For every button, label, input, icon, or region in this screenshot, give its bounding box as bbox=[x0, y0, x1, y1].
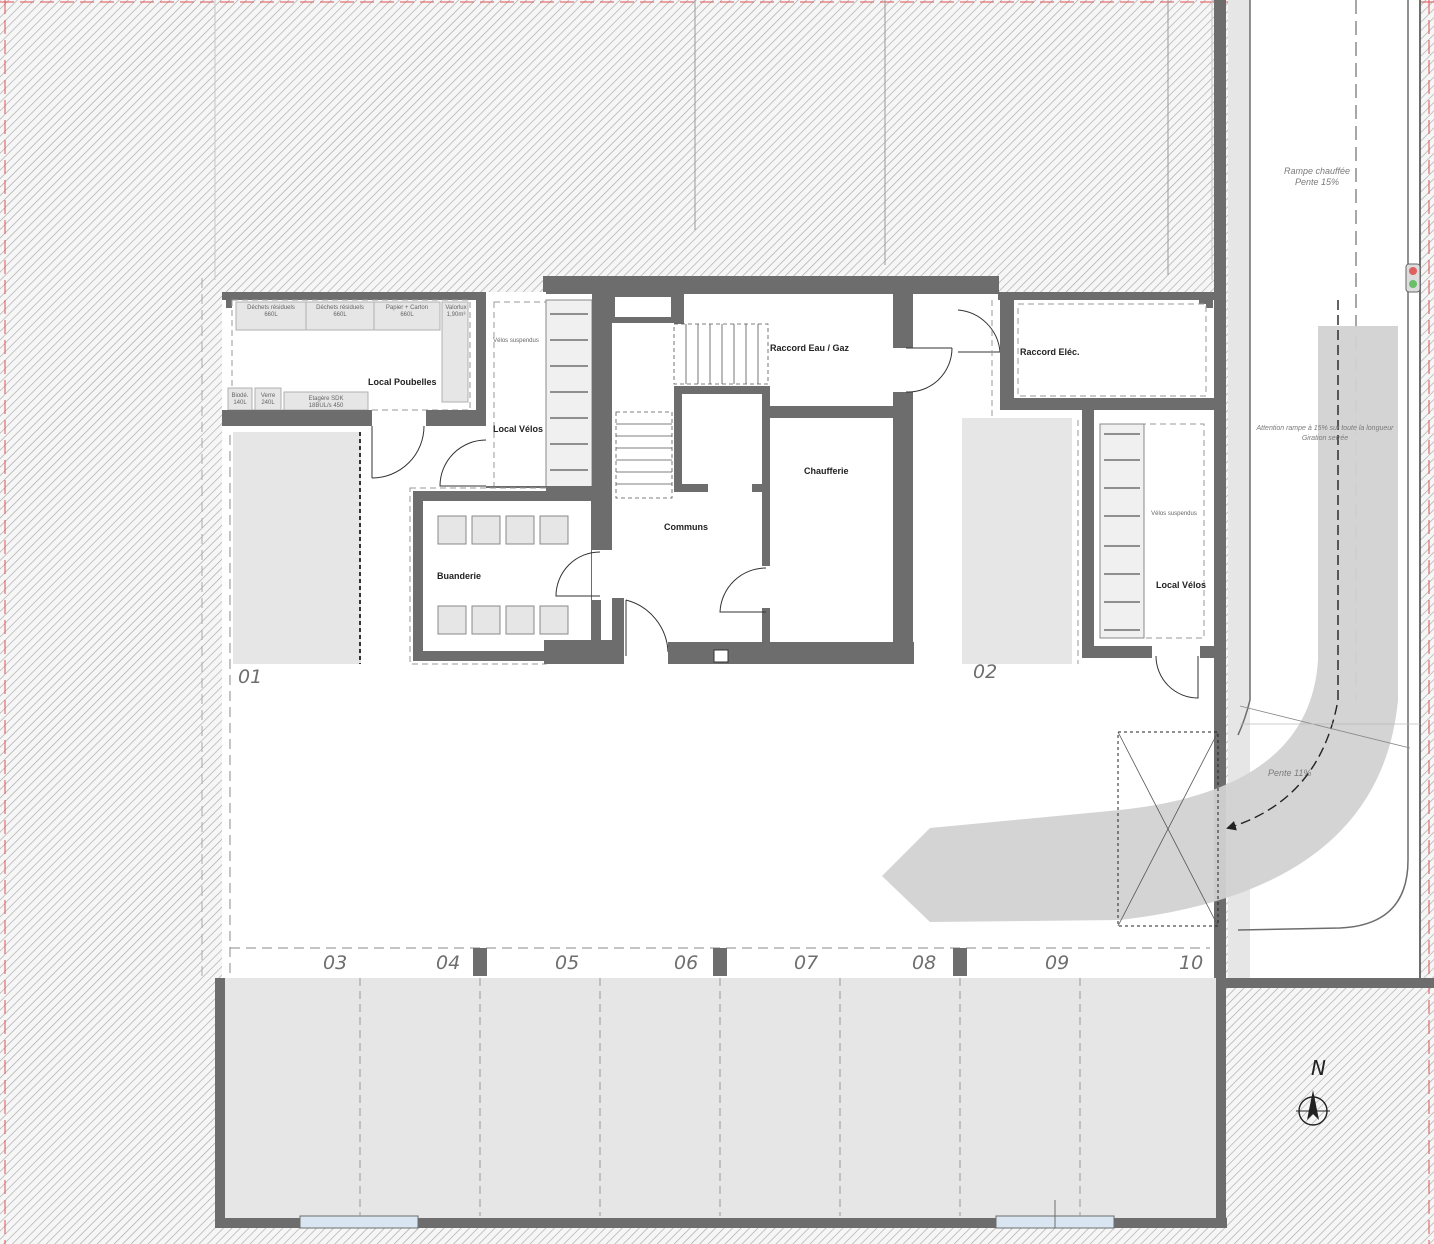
parking-01 bbox=[233, 432, 361, 664]
bin-dechets-2: Déchets résiduels 660L bbox=[316, 305, 364, 318]
parking-number-10: 10 bbox=[1179, 952, 1204, 974]
bin-papier: Papier + Carton 660L bbox=[385, 305, 429, 318]
label-velos-suspendus-2: Vélos suspendus bbox=[1151, 511, 1197, 517]
floor-plan bbox=[0, 0, 1434, 1244]
parking-number-06: 06 bbox=[674, 952, 699, 974]
parking-number-05: 05 bbox=[555, 952, 580, 974]
ramp-slope-11: Pente 11% bbox=[1268, 768, 1312, 778]
label-local-velos-2: Local Vélos bbox=[1156, 580, 1207, 590]
lower-parking bbox=[222, 978, 1222, 1218]
parking-number-01: 01 bbox=[238, 666, 263, 688]
parking-number-04: 04 bbox=[436, 952, 461, 974]
parking-02 bbox=[962, 418, 1072, 664]
label-local-velos-1: Local Vélos bbox=[493, 424, 544, 434]
label-velos-suspendus-1: Vélos suspendus bbox=[493, 338, 539, 344]
label-local-poubelles: Local Poubelles bbox=[368, 377, 437, 387]
label-buanderie: Buanderie bbox=[437, 571, 482, 581]
north-label: N bbox=[1311, 1056, 1326, 1080]
parking-number-07: 07 bbox=[794, 952, 819, 974]
bin-dechets-1: Déchets résiduels 660L bbox=[247, 305, 295, 318]
bin-etagere: Etagère SDK 18BUL/s 450 bbox=[308, 396, 344, 409]
label-chaufferie: Chaufferie bbox=[804, 466, 849, 476]
parking-number-03: 03 bbox=[323, 952, 348, 974]
bin-verre: Verre 240L bbox=[260, 393, 276, 406]
ramp-title: Rampe chauffée Pente 15% bbox=[1283, 166, 1351, 187]
label-communs: Communs bbox=[664, 522, 709, 532]
parking-number-08: 08 bbox=[912, 952, 937, 974]
parking-number-09: 09 bbox=[1045, 952, 1070, 974]
label-raccord-elec: Raccord Eléc. bbox=[1020, 347, 1080, 357]
label-raccord-eau-gaz: Raccord Eau / Gaz bbox=[770, 343, 850, 353]
bin-biodech: Biodé. 140L bbox=[231, 393, 249, 406]
bin-valorlux: Valorlux 1,90m³ bbox=[445, 305, 467, 318]
ramp-warning: Attention rampe à 15% sur toute la longu… bbox=[1256, 425, 1394, 442]
parking-number-02: 02 bbox=[973, 661, 998, 683]
